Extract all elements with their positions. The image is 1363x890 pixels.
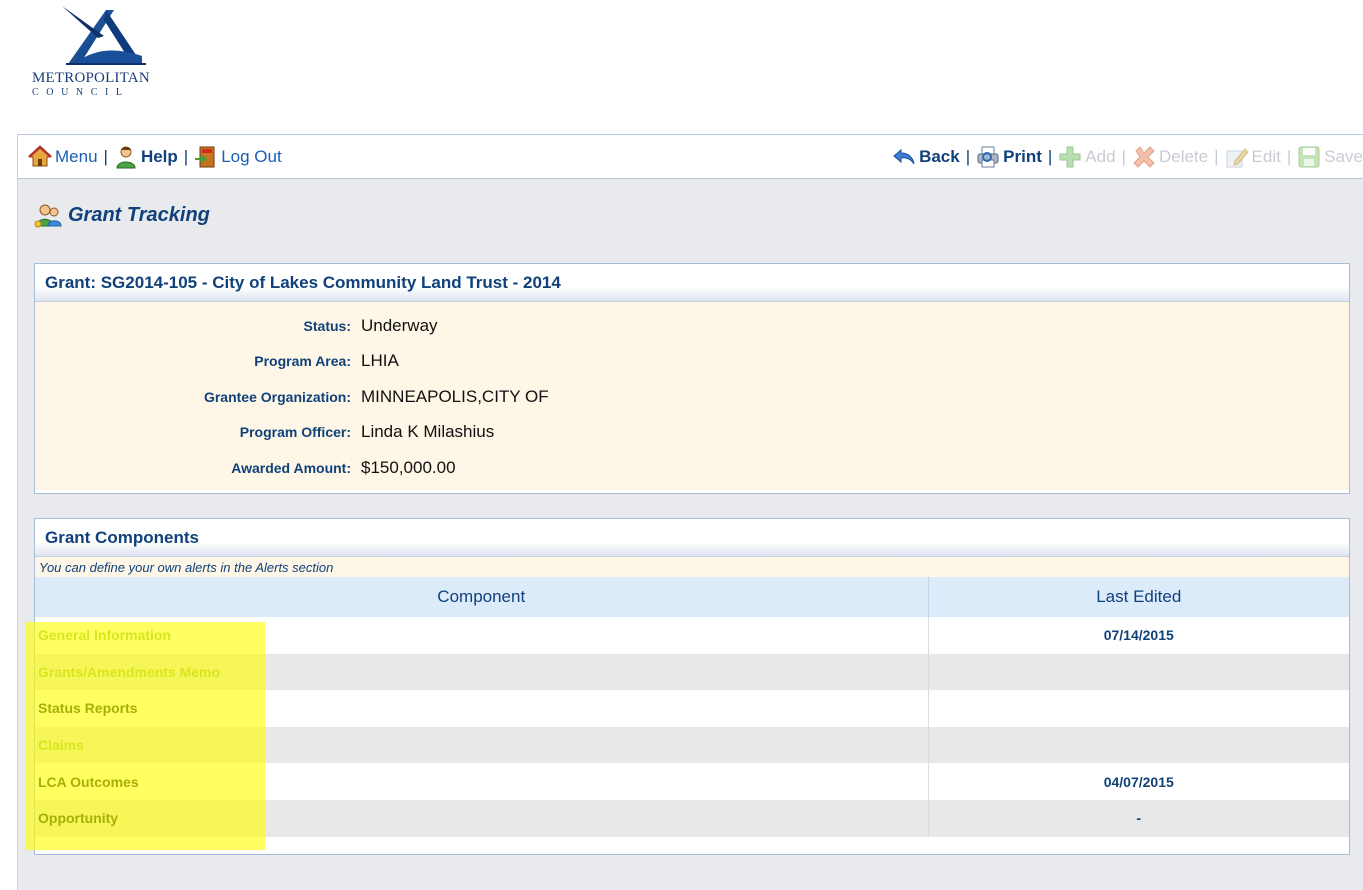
page-title: Grant Tracking	[34, 202, 210, 228]
logout-button[interactable]: Log Out	[194, 145, 282, 169]
detail-row-program-area: Program Area: LHIA	[35, 344, 1349, 380]
detail-row-grantee: Grantee Organization: MINNEAPOLIS,CITY O…	[35, 379, 1349, 415]
components-header: Grant Components	[35, 519, 1349, 557]
awarded-amount-value: $150,000.00	[361, 457, 456, 477]
print-button[interactable]: Print	[976, 145, 1042, 169]
toolbar-right: Back | Print | Add | Delete | Edit | Sav…	[892, 135, 1363, 178]
delete-label: Delete	[1158, 146, 1209, 166]
back-label: Back	[919, 146, 960, 166]
help-button[interactable]: Help	[114, 145, 178, 169]
logout-label: Log Out	[221, 146, 282, 166]
logo-title: METROPOLITAN	[32, 70, 150, 86]
grant-details: Status: Underway Program Area: LHIA Gran…	[35, 302, 1349, 490]
add-label: Add	[1085, 146, 1116, 166]
program-area-value: LHIA	[361, 351, 399, 371]
last-edited-cell	[928, 653, 1349, 691]
grantee-value: MINNEAPOLIS,CITY OF	[361, 386, 549, 406]
toolbar-separator: |	[1121, 146, 1126, 166]
save-label: Save	[1324, 146, 1363, 166]
save-disk-icon	[1298, 146, 1320, 167]
program-area-label: Program Area:	[254, 353, 351, 370]
menu-button[interactable]: Menu	[28, 144, 98, 169]
help-label: Help	[140, 146, 178, 166]
table-header-row: Component Last Edited	[35, 577, 1349, 617]
last-edited-cell	[928, 726, 1349, 764]
status-value: Underway	[361, 315, 438, 335]
back-arrow-icon	[893, 148, 915, 164]
column-header-component[interactable]: Component	[35, 577, 929, 617]
program-officer-label: Program Officer:	[239, 424, 351, 441]
last-edited-cell: 07/14/2015	[928, 617, 1349, 654]
table-row: Grants/Amendments Memo	[35, 653, 1349, 691]
toolbar-separator: |	[1047, 146, 1053, 166]
grant-header: Grant: SG2014-105 - City of Lakes Commun…	[35, 264, 1349, 302]
add-plus-icon	[1059, 146, 1081, 167]
alerts-note: You can define your own alerts in the Al…	[35, 557, 1349, 577]
toolbar-left: Menu | Help | Log Out	[28, 135, 282, 178]
toolbar-separator: |	[1214, 146, 1219, 166]
program-officer-value: Linda K Milashius	[361, 422, 495, 442]
toolbar-separator: |	[1286, 146, 1292, 166]
status-label: Status:	[303, 317, 351, 334]
add-button[interactable]: Add	[1058, 145, 1116, 169]
printer-icon	[977, 146, 999, 167]
component-link-grants-amendments-memo[interactable]: Grants/Amendments Memo	[35, 653, 929, 691]
delete-button[interactable]: Delete	[1132, 145, 1208, 169]
column-header-last-edited[interactable]: Last Edited	[928, 577, 1349, 617]
grant-people-icon	[34, 204, 62, 228]
toolbar-separator: |	[965, 146, 971, 166]
detail-row-status: Status: Underway	[35, 308, 1349, 344]
app-container: Menu | Help | Log Out Back | Print | Add…	[17, 134, 1363, 890]
component-link-general-information[interactable]: General Information	[35, 617, 929, 654]
menu-label: Menu	[55, 146, 98, 166]
exit-door-icon	[195, 146, 215, 167]
edit-label: Edit	[1251, 146, 1281, 166]
logo-subtitle: COUNCIL	[32, 87, 130, 98]
toolbar-separator: |	[103, 146, 108, 166]
help-person-icon	[116, 146, 136, 168]
back-button[interactable]: Back	[892, 145, 960, 169]
detail-row-awarded-amount: Awarded Amount: $150,000.00	[35, 450, 1349, 486]
toolbar-separator: |	[183, 146, 189, 166]
component-link-claims[interactable]: Claims	[35, 726, 929, 764]
last-edited-cell: -	[928, 799, 1349, 837]
logo-emblem-icon	[62, 6, 146, 65]
home-icon	[28, 144, 52, 166]
component-link-lca-outcomes[interactable]: LCA Outcomes	[35, 763, 929, 800]
toolbar: Menu | Help | Log Out Back | Print | Add…	[18, 134, 1363, 179]
detail-row-program-officer: Program Officer: Linda K Milashius	[35, 415, 1349, 451]
grantee-label: Grantee Organization:	[203, 388, 351, 405]
component-link-status-reports[interactable]: Status Reports	[35, 690, 929, 727]
delete-x-icon	[1133, 145, 1155, 168]
components-table: Component Last Edited General Informatio…	[35, 577, 1349, 837]
component-link-opportunity[interactable]: Opportunity	[35, 799, 929, 837]
table-row: Status Reports	[35, 690, 1349, 727]
table-row: Opportunity -	[35, 799, 1349, 837]
table-row: Claims	[35, 726, 1349, 764]
print-label: Print	[1003, 146, 1042, 166]
table-row: LCA Outcomes 04/07/2015	[35, 763, 1349, 800]
metropolitan-council-logo: METROPOLITAN COUNCIL	[30, 6, 180, 106]
page-title-text: Grant Tracking	[68, 203, 210, 226]
grant-components-panel: Grant Components You can define your own…	[34, 518, 1350, 855]
edit-pencil-icon	[1226, 147, 1249, 167]
edit-button[interactable]: Edit	[1225, 145, 1281, 169]
awarded-amount-label: Awarded Amount:	[231, 459, 351, 476]
grant-details-panel: Grant: SG2014-105 - City of Lakes Commun…	[34, 263, 1350, 494]
table-row: General Information 07/14/2015	[35, 617, 1349, 654]
last-edited-cell	[928, 690, 1349, 727]
last-edited-cell: 04/07/2015	[928, 763, 1349, 800]
save-button[interactable]: Save	[1297, 145, 1363, 169]
